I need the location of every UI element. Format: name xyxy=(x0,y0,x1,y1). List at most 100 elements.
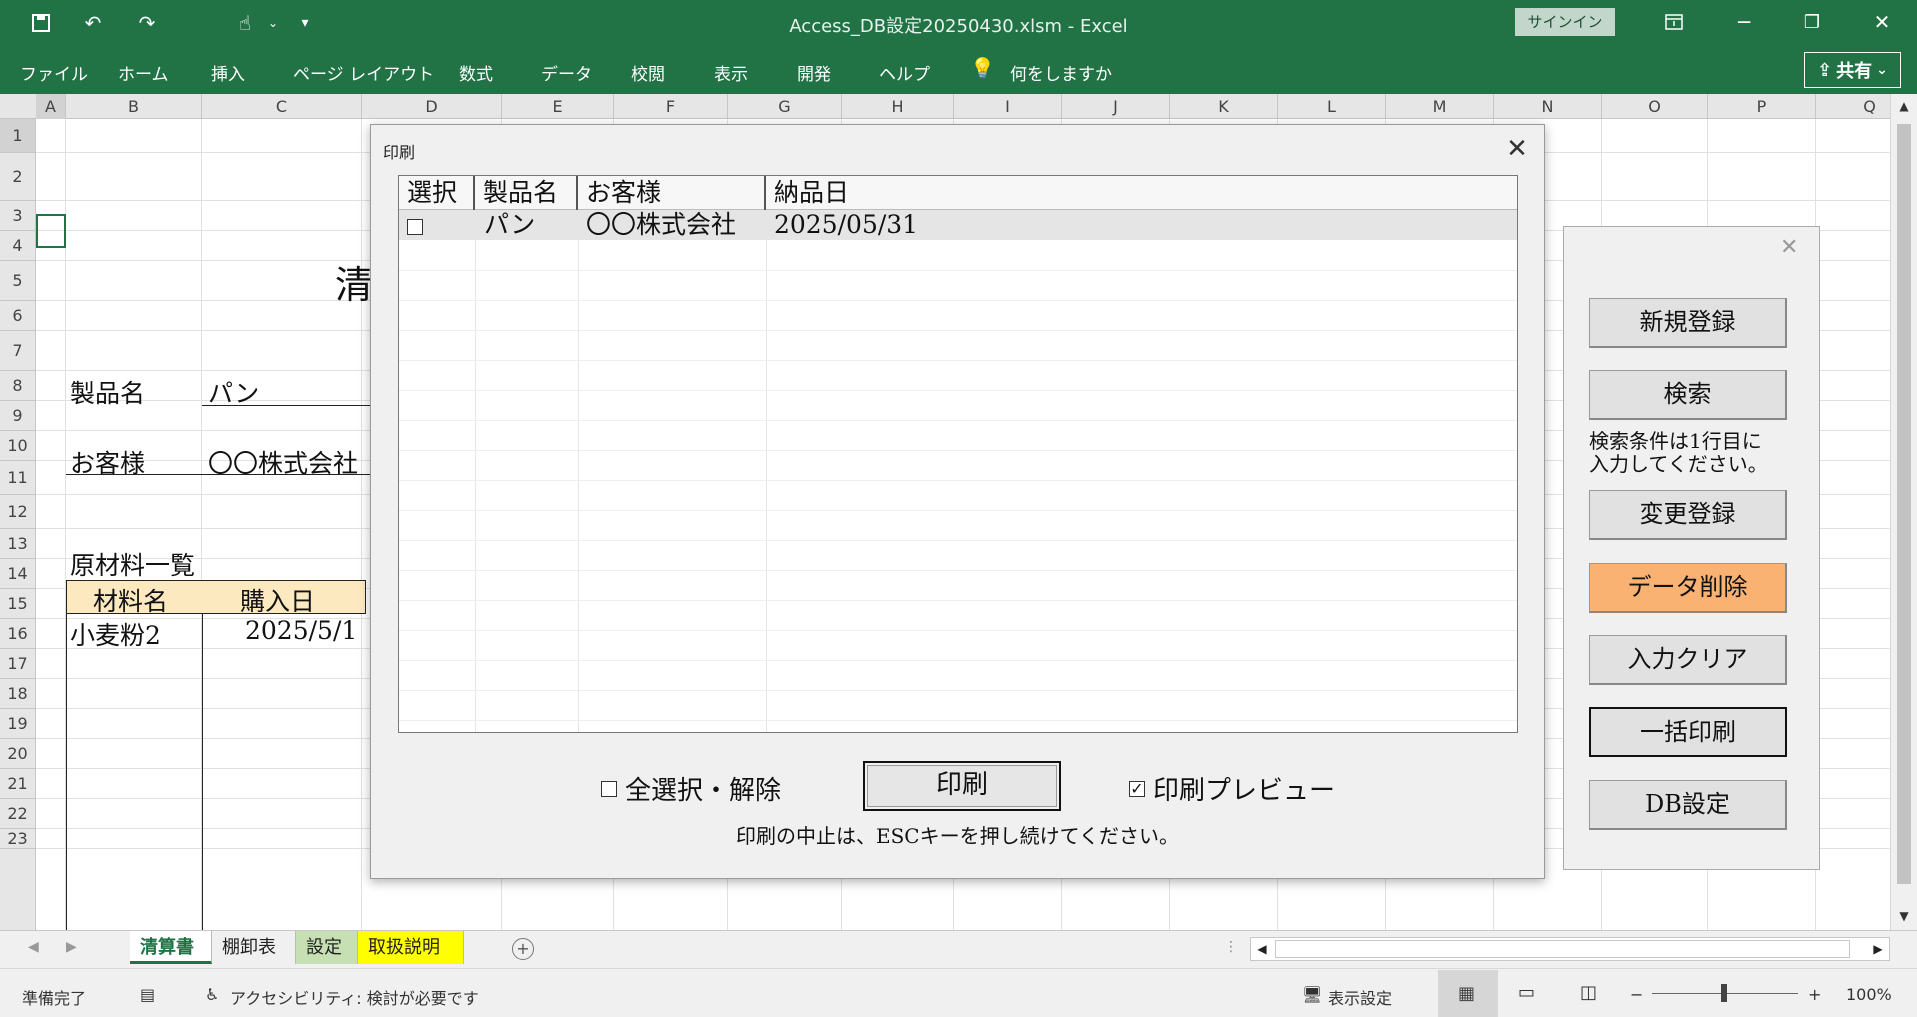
row-header-9[interactable]: 9 xyxy=(0,401,35,431)
search-button[interactable]: 検索 xyxy=(1589,370,1787,420)
column-header-h[interactable]: H xyxy=(842,94,954,119)
row-header-16[interactable]: 16 xyxy=(0,619,35,649)
row-header-6[interactable]: 6 xyxy=(0,301,35,331)
row-header-19[interactable]: 19 xyxy=(0,709,35,739)
row-header-10[interactable]: 10 xyxy=(0,431,35,461)
close-icon[interactable]: ✕ xyxy=(1499,131,1535,167)
new-register-button[interactable]: 新規登録 xyxy=(1589,298,1787,348)
column-header-p[interactable]: P xyxy=(1708,94,1816,119)
row-header-20[interactable]: 20 xyxy=(0,739,35,769)
column-header-k[interactable]: K xyxy=(1170,94,1278,119)
clear-input-button[interactable]: 入力クリア xyxy=(1589,635,1787,685)
save-icon[interactable] xyxy=(26,8,56,38)
column-header-l[interactable]: L xyxy=(1278,94,1386,119)
close-icon[interactable]: ✕ xyxy=(1862,6,1902,38)
column-header-i[interactable]: I xyxy=(954,94,1062,119)
tab-page-layout[interactable]: ページ レイアウト xyxy=(293,60,434,85)
tab-formulas[interactable]: 数式 xyxy=(459,60,493,85)
row-header-18[interactable]: 18 xyxy=(0,679,35,709)
row-header-1[interactable]: 1 xyxy=(0,119,35,153)
horizontal-scrollbar[interactable]: ◀ ▶ xyxy=(1250,937,1890,961)
redo-icon[interactable]: ↷ xyxy=(132,8,162,38)
normal-view-button[interactable]: ▦ xyxy=(1438,970,1498,1017)
column-header-e[interactable]: E xyxy=(502,94,614,119)
row-header-22[interactable]: 22 xyxy=(0,799,35,829)
display-settings[interactable]: 表示設定 xyxy=(1328,985,1392,1009)
batch-print-button[interactable]: 一括印刷 xyxy=(1589,707,1787,757)
row-header-12[interactable]: 12 xyxy=(0,495,35,529)
page-layout-view-icon[interactable]: ▭ xyxy=(1518,982,1535,1003)
row-header-8[interactable]: 8 xyxy=(0,371,35,401)
row-header-13[interactable]: 13 xyxy=(0,529,35,559)
column-header-b[interactable]: B xyxy=(66,94,202,119)
touch-mode-icon[interactable]: ☝ xyxy=(230,8,260,38)
row-header-23[interactable]: 23 xyxy=(0,829,35,849)
row-header-3[interactable]: 3 xyxy=(0,201,35,231)
col-delivery[interactable]: 納品日 xyxy=(766,176,1519,210)
material-name-header[interactable]: 材料名 xyxy=(93,582,168,618)
row-header-5[interactable]: 5 xyxy=(0,261,35,301)
column-header-q[interactable]: Q xyxy=(1816,94,1890,119)
col-customer[interactable]: お客様 xyxy=(578,176,766,210)
select-all-checkbox[interactable]: 全選択・解除 xyxy=(601,770,781,807)
tab-review[interactable]: 校閲 xyxy=(631,60,665,85)
row-header-21[interactable]: 21 xyxy=(0,769,35,799)
row-select-checkbox[interactable] xyxy=(399,210,423,240)
col-select[interactable]: 選択 xyxy=(399,176,475,210)
col-product[interactable]: 製品名 xyxy=(475,176,578,210)
scroll-left-icon[interactable]: ◀ xyxy=(1251,938,1273,960)
tell-me-search[interactable]: 何をしますか xyxy=(1010,60,1112,85)
row-header-7[interactable]: 7 xyxy=(0,331,35,371)
purchase-date-header[interactable]: 購入日 xyxy=(240,582,315,618)
row-header-11[interactable]: 11 xyxy=(0,461,35,495)
tab-file[interactable]: ファイル xyxy=(20,60,88,85)
minimize-icon[interactable]: ─ xyxy=(1724,6,1764,38)
sheet-title-cell[interactable]: 清 xyxy=(335,254,373,309)
column-header-n[interactable]: N xyxy=(1494,94,1602,119)
tab-insert[interactable]: 挿入 xyxy=(211,60,245,85)
zoom-in-icon[interactable]: + xyxy=(1808,985,1821,1004)
column-header-m[interactable]: M xyxy=(1386,94,1494,119)
scroll-up-icon[interactable]: ▲ xyxy=(1891,94,1917,118)
materials-title-cell[interactable]: 原材料一覧 xyxy=(70,546,195,582)
column-header-g[interactable]: G xyxy=(728,94,842,119)
purchase-date-cell[interactable]: 2025/5/1 xyxy=(245,616,357,645)
sheet-tab-2[interactable]: 設定 xyxy=(296,931,358,964)
signin-button[interactable]: サインイン xyxy=(1515,8,1615,36)
tab-help[interactable]: ヘルプ xyxy=(879,60,930,85)
undo-icon[interactable]: ↶ xyxy=(78,8,108,38)
chevron-down-icon[interactable]: ⌄ xyxy=(258,8,288,38)
scroll-down-icon[interactable]: ▼ xyxy=(1891,904,1917,928)
column-header-a[interactable]: A xyxy=(36,94,66,119)
sheet-tab-0[interactable]: 清算書 xyxy=(130,931,212,964)
sheet-tab-3[interactable]: 取扱説明 xyxy=(358,931,464,964)
zoom-out-icon[interactable]: − xyxy=(1630,985,1643,1004)
ribbon-display-icon[interactable] xyxy=(1654,6,1694,38)
page-break-view-icon[interactable]: ◫ xyxy=(1580,982,1597,1003)
print-listview[interactable]: 選択 製品名 お客様 納品日 パン 〇〇株式会社 2025/05/31 xyxy=(398,175,1518,733)
checkbox-icon[interactable]: ✓ xyxy=(1129,780,1145,797)
accessibility-status[interactable]: アクセシビリティ: 検討が必要です xyxy=(230,985,479,1009)
tab-data[interactable]: データ xyxy=(541,60,592,85)
column-header-c[interactable]: C xyxy=(202,94,362,119)
print-button[interactable]: 印刷 xyxy=(863,761,1061,811)
row-header-17[interactable]: 17 xyxy=(0,649,35,679)
list-item[interactable]: パン 〇〇株式会社 2025/05/31 xyxy=(399,210,1517,240)
scroll-thumb[interactable] xyxy=(1897,124,1911,884)
macro-record-icon[interactable]: ▤ xyxy=(140,985,155,1004)
column-header-f[interactable]: F xyxy=(614,94,728,119)
column-header-j[interactable]: J xyxy=(1062,94,1170,119)
zoom-level[interactable]: 100% xyxy=(1846,985,1892,1004)
prev-sheet-icon[interactable]: ◀ xyxy=(28,939,39,955)
row-header-14[interactable]: 14 xyxy=(0,559,35,589)
column-header-d[interactable]: D xyxy=(362,94,502,119)
scroll-right-icon[interactable]: ▶ xyxy=(1867,938,1889,960)
close-icon[interactable]: ✕ xyxy=(1780,235,1798,260)
tab-home[interactable]: ホーム xyxy=(118,60,169,85)
print-preview-checkbox[interactable]: ✓ 印刷プレビュー xyxy=(1129,770,1335,807)
tab-developer[interactable]: 開発 xyxy=(797,60,831,85)
add-sheet-icon[interactable]: + xyxy=(512,938,534,960)
splitter-icon[interactable]: ⋮ xyxy=(1224,939,1238,955)
row-header-15[interactable]: 15 xyxy=(0,589,35,619)
material-name-cell[interactable]: 小麦粉2 xyxy=(70,616,161,652)
